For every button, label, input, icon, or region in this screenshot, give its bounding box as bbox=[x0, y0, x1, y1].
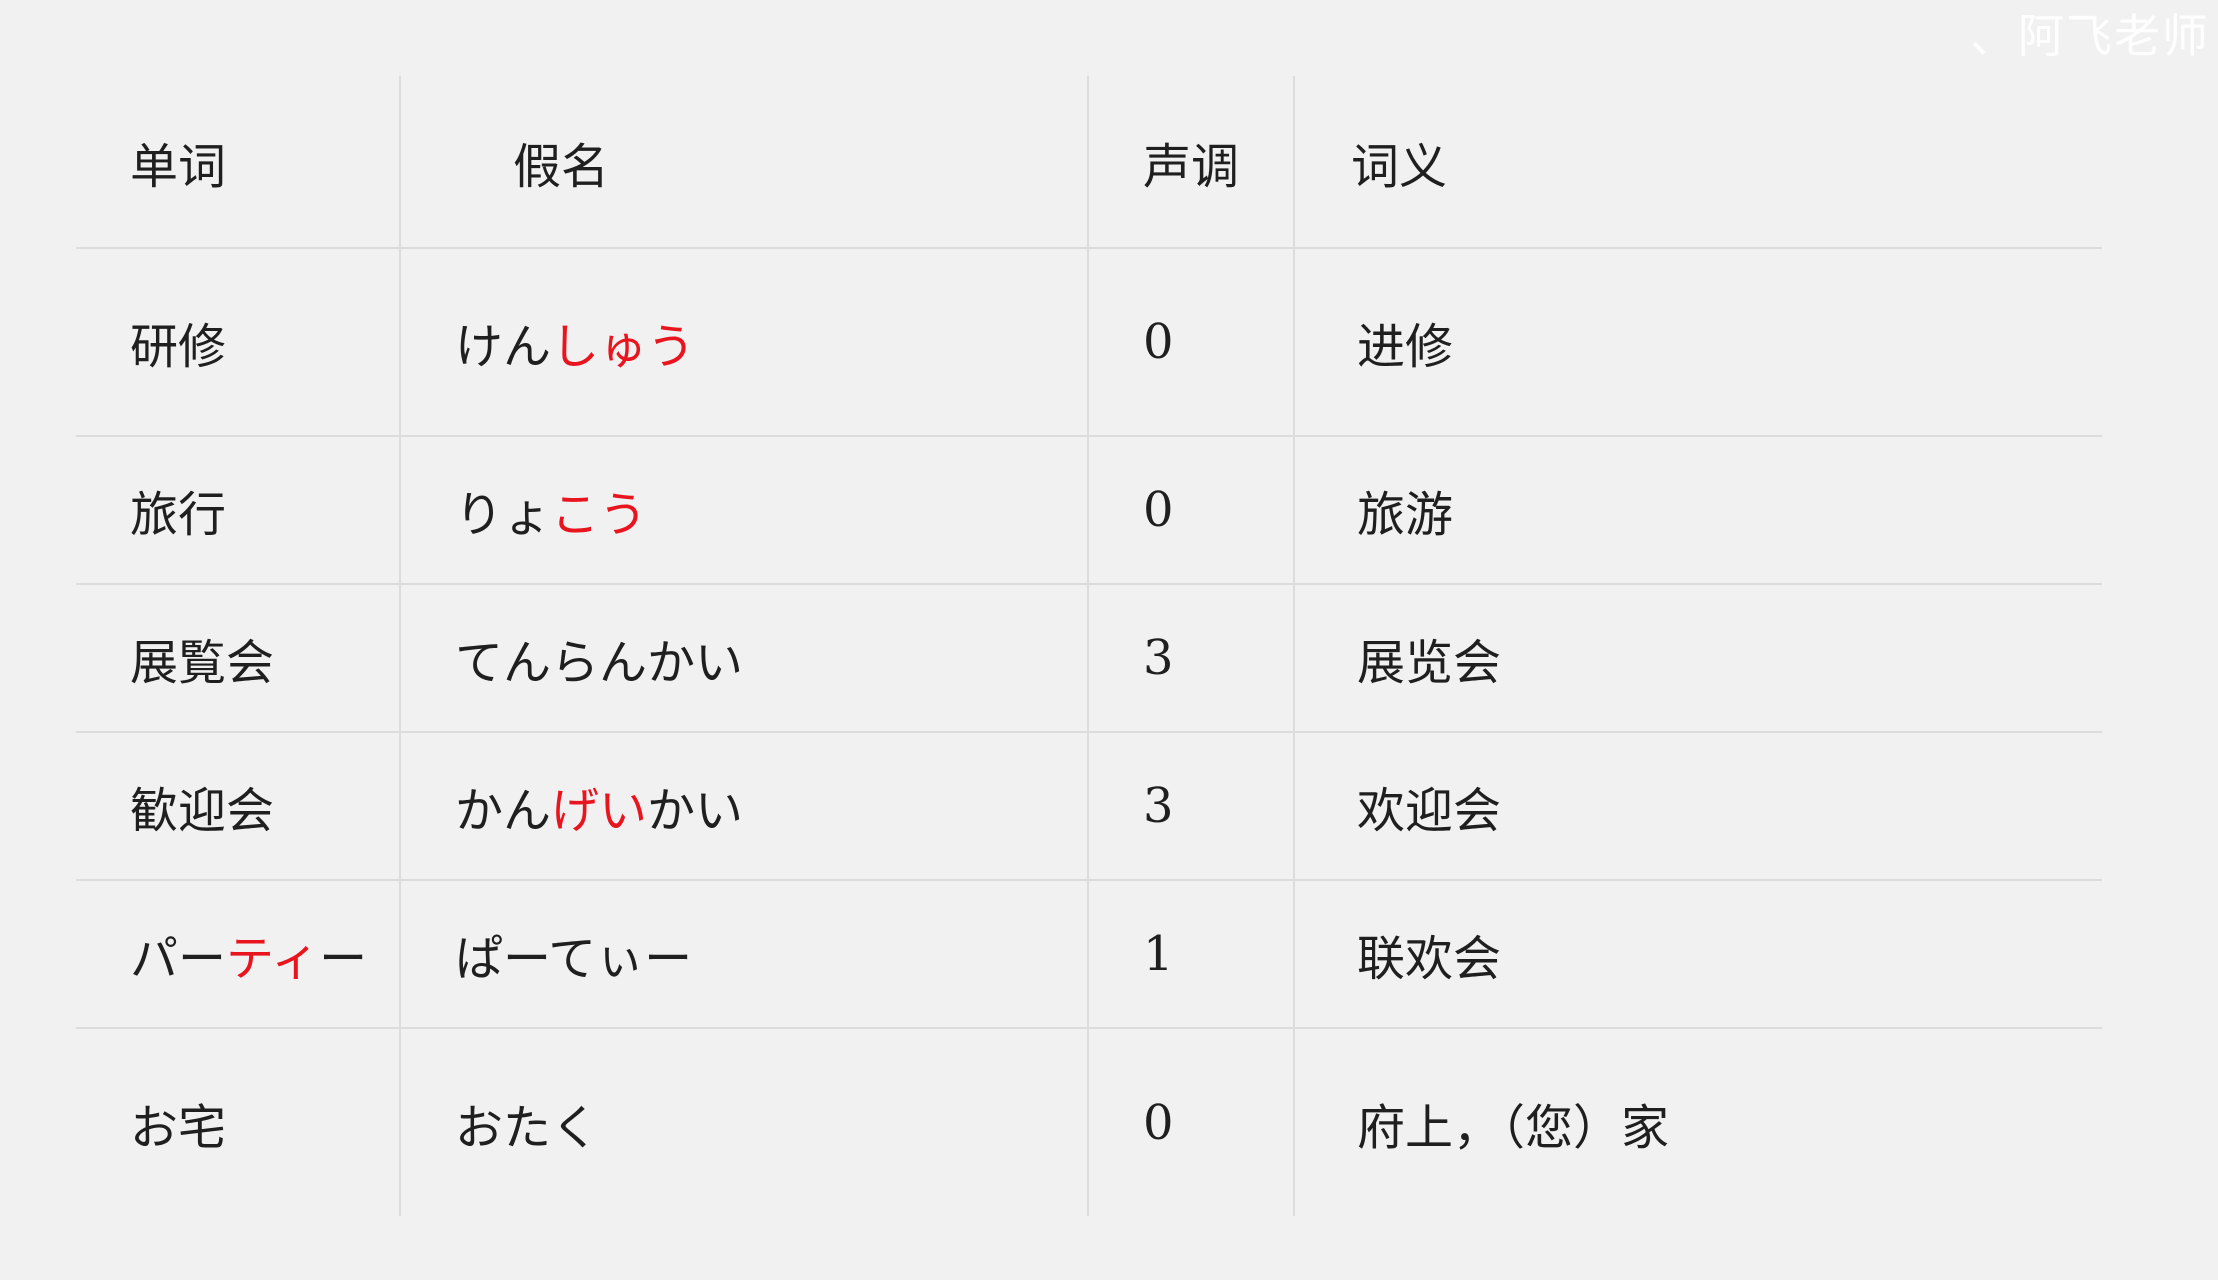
table-row: 研修 けんしゅう 0 进修 bbox=[76, 247, 2102, 436]
cell-meaning: 府上，（您）家 bbox=[1293, 1027, 2102, 1216]
highlighted-text: こう bbox=[551, 487, 648, 543]
cell-kana: ぱーてぃー bbox=[399, 879, 1088, 1028]
table-row: 旅行 りょこう 0 旅游 bbox=[76, 435, 2102, 584]
table-row: 歓迎会 かんげいかい 3 欢迎会 bbox=[76, 731, 2102, 880]
cell-tone: 3 bbox=[1087, 583, 1294, 732]
cell-kana: かんげいかい bbox=[399, 731, 1088, 880]
text-segment: ー bbox=[319, 931, 368, 987]
highlighted-text: ティ bbox=[226, 931, 320, 987]
cell-word: 展覧会 bbox=[76, 583, 400, 732]
cell-word: パーティー bbox=[76, 879, 400, 1028]
header-word: 单词 bbox=[130, 138, 227, 195]
cell-tone: 3 bbox=[1087, 731, 1294, 880]
table-row: 展覧会 てんらんかい 3 展览会 bbox=[76, 583, 2102, 732]
text-segment: 歓迎会 bbox=[130, 783, 275, 839]
cell-meaning: 联欢会 bbox=[1293, 879, 2102, 1028]
text-segment: 展覧会 bbox=[130, 635, 275, 691]
watermark: 、阿飞老师 bbox=[1970, 9, 2210, 63]
text-segment: かん bbox=[455, 783, 552, 839]
text-segment: りょ bbox=[455, 487, 552, 543]
text-segment: てんらんかい bbox=[455, 635, 744, 691]
text-segment: 研修 bbox=[130, 319, 227, 375]
highlighted-text: しゅう bbox=[551, 319, 696, 375]
cell-meaning: 旅游 bbox=[1293, 435, 2102, 584]
cell-meaning: 欢迎会 bbox=[1293, 731, 2102, 880]
cell-meaning: 展览会 bbox=[1293, 583, 2102, 732]
cell-kana: りょこう bbox=[399, 435, 1088, 584]
header-tone: 声调 bbox=[1087, 76, 1294, 248]
cell-kana: おたく bbox=[399, 1027, 1088, 1216]
table-row: パーティー ぱーてぃー 1 联欢会 bbox=[76, 879, 2102, 1028]
cell-word: 旅行 bbox=[76, 435, 400, 584]
cell-tone: 1 bbox=[1087, 879, 1294, 1028]
cell-word: 研修 bbox=[76, 247, 400, 436]
table-body: 研修 けんしゅう 0 进修 旅行 りょこう 0 旅游 展覧会 てんらんかい 3 展览会 歓迎会 かんげいか… bbox=[76, 247, 2102, 1216]
cell-kana: けんしゅう bbox=[399, 247, 1088, 436]
text-segment: パー bbox=[130, 931, 227, 987]
header-row: 单词 假名 声调 词义 bbox=[76, 76, 2102, 248]
text-segment: おたく bbox=[455, 1099, 600, 1156]
header-kana: 假名 bbox=[399, 76, 1088, 248]
cell-word: お宅 bbox=[76, 1027, 400, 1216]
header-meaning: 词义 bbox=[1293, 76, 2102, 248]
table-row: お宅 おたく 0 府上，（您）家 bbox=[76, 1027, 2102, 1216]
cell-tone: 0 bbox=[1087, 435, 1294, 584]
cell-word: 歓迎会 bbox=[76, 731, 400, 880]
cell-tone: 0 bbox=[1087, 247, 1294, 436]
vocabulary-table: 单词 假名 声调 词义 研修 けんしゅう 0 进修 旅行 りょこう 0 旅游 展覧会 てんらんかい… bbox=[76, 76, 2102, 1216]
text-segment: けん bbox=[455, 319, 552, 375]
text-segment: お宅 bbox=[130, 1099, 227, 1156]
text-segment: 旅行 bbox=[130, 487, 227, 543]
text-segment: かい bbox=[647, 783, 744, 839]
cell-meaning: 进修 bbox=[1293, 247, 2102, 436]
text-segment: ぱーてぃー bbox=[455, 931, 693, 987]
cell-kana: てんらんかい bbox=[399, 583, 1088, 732]
highlighted-text: げい bbox=[551, 783, 648, 839]
cell-tone: 0 bbox=[1087, 1027, 1294, 1216]
